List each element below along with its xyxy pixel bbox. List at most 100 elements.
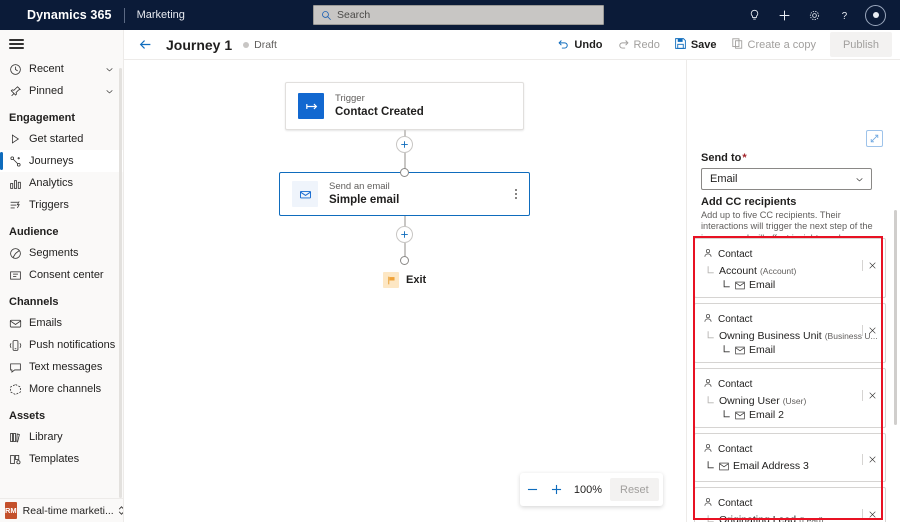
- sidebar-label-consent-center: Consent center: [29, 269, 104, 281]
- journey-node-trigger[interactable]: Trigger Contact Created: [285, 82, 524, 130]
- brand-divider: [123, 7, 125, 23]
- cc-relation-row: Owning Business Unit (Business U...: [695, 330, 885, 342]
- save-button[interactable]: Save: [667, 33, 724, 57]
- expand-panel-icon[interactable]: [866, 130, 883, 147]
- zoom-in-icon[interactable]: [544, 473, 568, 506]
- cc-field-row: Email: [695, 344, 885, 356]
- cc-relation-label: Owning Business Unit: [719, 330, 822, 342]
- cc-field-label: Email Address 3: [733, 460, 809, 472]
- sidebar-label-more-channels: More channels: [29, 383, 102, 395]
- connector-port[interactable]: [400, 167, 410, 177]
- sidebar-item-recent[interactable]: Recent: [0, 58, 123, 80]
- sidebar-item-templates[interactable]: Templates: [0, 448, 123, 470]
- tree-elbow-icon: [723, 410, 732, 420]
- command-bar-actions: Undo Redo Save Create a copy Publish: [550, 32, 892, 57]
- sidebar-item-analytics[interactable]: Analytics: [0, 172, 123, 194]
- site-map-toggle[interactable]: [0, 30, 123, 58]
- global-search-box[interactable]: Search: [313, 5, 604, 25]
- hamburger-icon: [9, 37, 24, 52]
- add-step-button-2[interactable]: [396, 226, 413, 243]
- save-icon: [674, 37, 687, 53]
- remove-cc-recipient-icon[interactable]: [862, 259, 879, 272]
- undo-icon: [557, 37, 570, 53]
- remove-cc-recipient-icon[interactable]: [862, 453, 879, 466]
- redo-button[interactable]: Redo: [610, 33, 667, 57]
- segments-icon: [9, 247, 26, 260]
- sidebar-item-text-messages[interactable]: Text messages: [0, 356, 123, 378]
- create-a-copy-button[interactable]: Create a copy: [724, 33, 823, 57]
- gear-icon[interactable]: [799, 0, 829, 30]
- sidebar-label-journeys: Journeys: [29, 155, 74, 167]
- cc-field-row: Email: [695, 279, 885, 291]
- journey-node-exit[interactable]: Exit: [383, 272, 426, 288]
- more-channels-icon: [9, 383, 26, 396]
- sidebar-item-more-channels[interactable]: More channels: [0, 378, 123, 400]
- cc-recipient-card[interactable]: Contact Email Address 3: [694, 433, 886, 482]
- sidebar-item-journeys[interactable]: Journeys: [0, 150, 123, 172]
- trigger-node-subtitle: Trigger: [335, 93, 365, 104]
- send-to-select[interactable]: Email: [701, 168, 872, 190]
- undo-button[interactable]: Undo: [550, 33, 609, 57]
- avatar-initial: [872, 12, 879, 18]
- environment-switcher[interactable]: RM Real-time marketi...: [0, 498, 123, 522]
- email-node-title: Simple email: [329, 194, 400, 206]
- sidebar-item-push-notifications[interactable]: Push notifications: [0, 334, 123, 356]
- remove-cc-recipient-icon[interactable]: [862, 389, 879, 402]
- sidebar-item-pinned[interactable]: Pinned: [0, 80, 123, 102]
- sidebar-label-pinned: Pinned: [29, 85, 64, 97]
- remove-cc-recipient-icon[interactable]: [862, 324, 879, 337]
- sidebar-item-consent-center[interactable]: Consent center: [0, 264, 123, 286]
- zoom-reset-button[interactable]: Reset: [610, 478, 659, 501]
- status-label: Draft: [254, 38, 277, 51]
- sidebar-item-segments[interactable]: Segments: [0, 242, 123, 264]
- cc-root-label: Contact: [718, 248, 753, 260]
- journey-canvas[interactable]: Trigger Contact Created Send an email Si…: [124, 60, 686, 522]
- plus-icon[interactable]: [769, 0, 799, 30]
- chevron-down-icon[interactable]: [105, 87, 114, 96]
- sidebar-item-get-started[interactable]: Get started: [0, 128, 123, 150]
- journey-node-send-email[interactable]: Send an email Simple email: [279, 172, 530, 216]
- add-cc-recipients-title: Add CC recipients: [701, 196, 797, 208]
- sidebar-item-library[interactable]: Library: [0, 426, 123, 448]
- cc-recipient-card[interactable]: Contact Account (Account) Email: [694, 238, 886, 298]
- connector-port[interactable]: [400, 256, 410, 265]
- sidebar-item-emails[interactable]: Emails: [0, 312, 123, 334]
- zoom-out-icon[interactable]: [520, 473, 544, 506]
- avatar[interactable]: [865, 4, 886, 26]
- email-field-icon: [735, 281, 745, 290]
- publish-button[interactable]: Publish: [830, 32, 892, 57]
- top-bar-actions: ?: [739, 0, 890, 30]
- search-icon: [321, 10, 332, 21]
- chevron-down-icon[interactable]: [105, 65, 114, 74]
- svg-text:?: ?: [841, 10, 847, 21]
- exit-node-label: Exit: [406, 274, 427, 286]
- help-icon[interactable]: ?: [829, 0, 859, 30]
- send-to-label-text: Send to: [701, 152, 742, 164]
- add-step-button-1[interactable]: [396, 136, 413, 153]
- cc-relation-row: Owning User (User): [695, 395, 885, 407]
- analytics-icon: [9, 177, 26, 190]
- play-icon: [9, 133, 26, 145]
- lightbulb-icon[interactable]: [739, 0, 769, 30]
- flag-icon: [383, 272, 399, 288]
- email-field-icon: [719, 462, 729, 471]
- zoom-controls: 100% Reset: [520, 473, 663, 506]
- sidebar-item-triggers[interactable]: Triggers: [0, 194, 123, 216]
- cc-recipient-card[interactable]: Contact Originating Lead (Lead): [694, 487, 886, 522]
- tree-elbow-icon: [707, 396, 716, 406]
- email-node-more-options-icon[interactable]: [512, 186, 520, 202]
- sidebar-label-library: Library: [29, 431, 63, 443]
- cc-relation-row: Originating Lead (Lead): [695, 514, 885, 522]
- remove-cc-recipient-icon[interactable]: [862, 508, 879, 521]
- sidebar-group-engagement: Engagement: [9, 112, 76, 124]
- sidebar-scrollbar[interactable]: [119, 68, 122, 498]
- trigger-node-text: Trigger Contact Created: [335, 93, 424, 119]
- cc-recipient-card[interactable]: Contact Owning Business Unit (Business U…: [694, 303, 886, 363]
- back-arrow-icon[interactable]: [131, 30, 159, 60]
- cc-entity-label: (User): [782, 396, 807, 406]
- tree-elbow-icon: [707, 331, 716, 341]
- trigger-icon: [298, 93, 324, 119]
- sidebar-label-triggers: Triggers: [29, 199, 69, 211]
- cc-recipient-card[interactable]: Contact Owning User (User) Email 2: [694, 368, 886, 428]
- panel-scrollbar[interactable]: [893, 210, 897, 425]
